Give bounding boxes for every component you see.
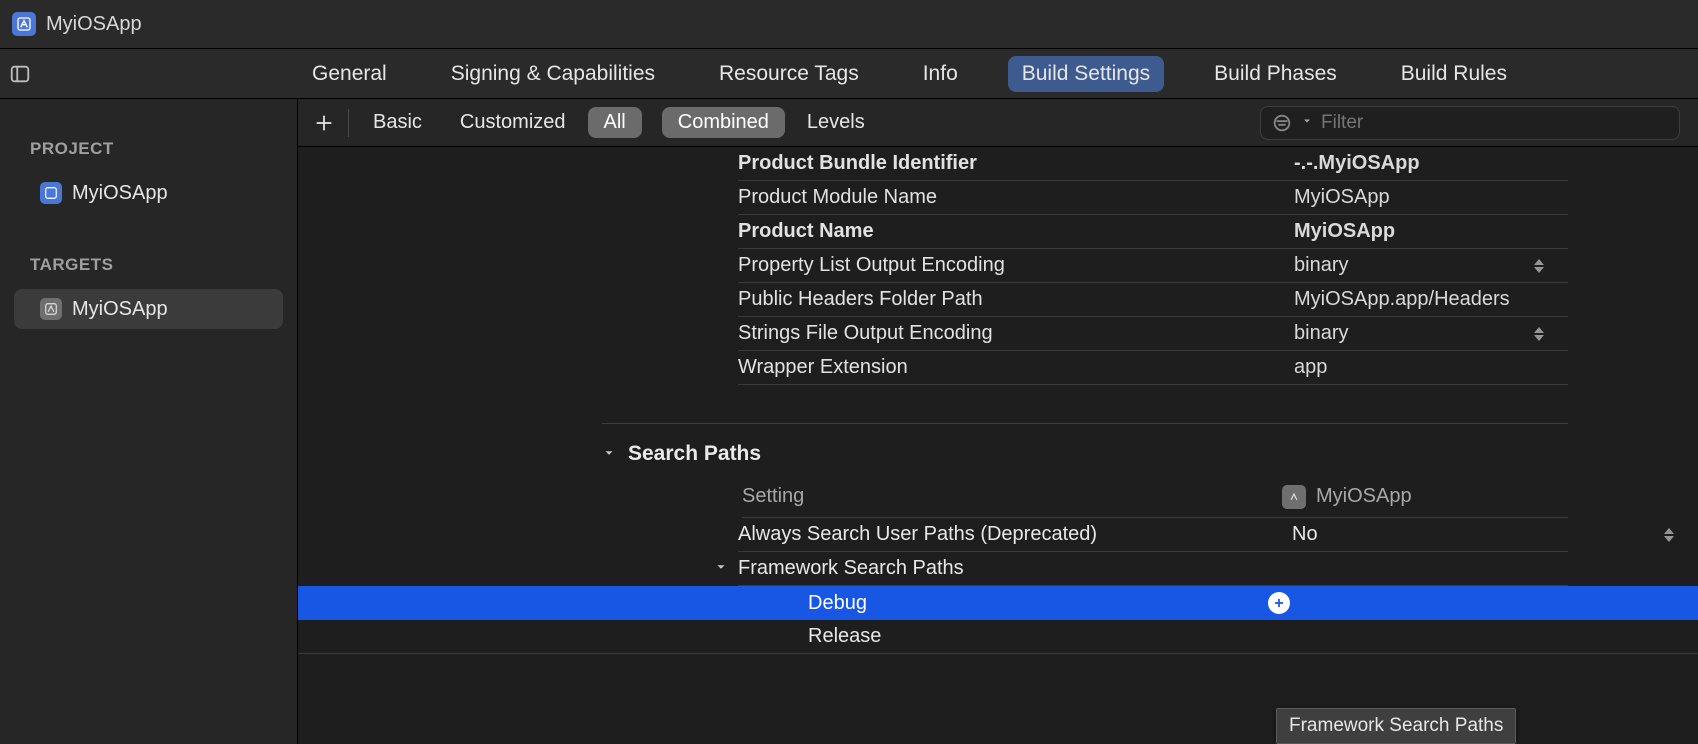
tab-signing-capabilities[interactable]: Signing & Capabilities xyxy=(437,56,669,92)
setting-label: Product Module Name xyxy=(738,186,1294,209)
column-setting: Setting xyxy=(742,485,1282,508)
setting-value[interactable]: MyiOSApp xyxy=(1294,220,1568,243)
scope-all[interactable]: All xyxy=(588,107,642,138)
divider xyxy=(348,109,349,137)
target-icon xyxy=(1282,485,1306,509)
tab-resource-tags[interactable]: Resource Tags xyxy=(705,56,873,92)
sidebar-target-label: MyiOSApp xyxy=(72,298,168,321)
setting-label: Wrapper Extension xyxy=(738,356,1294,379)
setting-always-search-user-paths[interactable]: Always Search User Paths (Deprecated) No xyxy=(738,518,1568,552)
add-value-button[interactable] xyxy=(1268,592,1290,614)
chevron-down-icon[interactable] xyxy=(714,557,728,580)
filter-field[interactable] xyxy=(1260,106,1680,140)
window-title: MyiOSApp xyxy=(46,13,142,36)
section-search-paths[interactable]: Search Paths xyxy=(602,424,1698,476)
setting-label: Product Name xyxy=(738,220,1294,243)
config-row-debug[interactable]: Debug xyxy=(298,586,1698,620)
sidebar-targets-header: TARGETS xyxy=(0,215,297,287)
setting-value[interactable]: binary xyxy=(1294,254,1568,277)
value-stepper-icon[interactable] xyxy=(1532,324,1546,344)
value-stepper-icon[interactable] xyxy=(1532,256,1546,276)
sidebar-target-item[interactable]: MyiOSApp xyxy=(14,289,283,329)
scope-levels[interactable]: Levels xyxy=(791,107,881,138)
tab-build-settings[interactable]: Build Settings xyxy=(1008,56,1164,92)
setting-row[interactable]: Property List Output Encodingbinary xyxy=(738,249,1568,283)
value-stepper-icon[interactable] xyxy=(1662,525,1676,545)
setting-value[interactable]: MyiOSApp xyxy=(1294,186,1568,209)
window-titlebar: MyiOSApp xyxy=(0,0,1698,49)
config-row-release[interactable]: Release xyxy=(298,620,1698,654)
project-icon xyxy=(40,182,62,204)
tab-build-phases[interactable]: Build Phases xyxy=(1200,56,1351,92)
setting-row[interactable]: Public Headers Folder PathMyiOSApp.app/H… xyxy=(738,283,1568,317)
setting-label: Property List Output Encoding xyxy=(738,254,1294,277)
tab-build-rules[interactable]: Build Rules xyxy=(1387,56,1521,92)
section-title: Search Paths xyxy=(628,442,761,466)
setting-value[interactable]: app xyxy=(1294,356,1568,379)
sidebar-project-label: MyiOSApp xyxy=(72,182,168,205)
filter-icon xyxy=(1271,112,1293,134)
toggle-navigator-icon[interactable] xyxy=(8,62,32,86)
editor-tabbar: General Signing & Capabilities Resource … xyxy=(0,49,1698,99)
chevron-down-icon[interactable] xyxy=(1301,114,1313,132)
column-target: MyiOSApp xyxy=(1316,485,1412,508)
setting-label: Always Search User Paths (Deprecated) xyxy=(738,523,1292,546)
sidebar-project-item[interactable]: MyiOSApp xyxy=(14,173,283,213)
config-label: Debug xyxy=(298,592,1268,615)
build-settings-list[interactable]: Product Bundle Identifier-.-.MyiOSAppPro… xyxy=(298,147,1698,744)
app-icon xyxy=(12,12,36,36)
config-label: Release xyxy=(298,625,1268,648)
tab-general[interactable]: General xyxy=(298,56,401,92)
setting-value[interactable]: MyiOSApp.app/Headers xyxy=(1294,288,1568,311)
setting-value[interactable]: No xyxy=(1292,523,1568,546)
setting-label: Product Bundle Identifier xyxy=(738,152,1294,175)
setting-row[interactable]: Wrapper Extensionapp xyxy=(738,351,1568,385)
setting-row[interactable]: Product NameMyiOSApp xyxy=(738,215,1568,249)
add-setting-button[interactable] xyxy=(304,103,344,143)
project-targets-sidebar: PROJECT MyiOSApp TARGETS MyiOSApp xyxy=(0,99,298,744)
setting-label: Strings File Output Encoding xyxy=(738,322,1294,345)
tooltip: Framework Search Paths xyxy=(1276,708,1516,744)
setting-label: Framework Search Paths xyxy=(738,557,1292,580)
setting-framework-search-paths[interactable]: Framework Search Paths xyxy=(738,552,1568,586)
tab-info[interactable]: Info xyxy=(909,56,972,92)
target-icon xyxy=(40,298,62,320)
setting-label: Public Headers Folder Path xyxy=(738,288,1294,311)
sidebar-project-header: PROJECT xyxy=(0,121,297,171)
scope-combined[interactable]: Combined xyxy=(662,107,785,138)
chevron-down-icon xyxy=(602,442,616,466)
scope-basic[interactable]: Basic xyxy=(357,107,438,138)
search-paths-column-headers: Setting MyiOSApp xyxy=(742,476,1568,518)
filter-input[interactable] xyxy=(1321,112,1669,134)
setting-row[interactable]: Product Bundle Identifier-.-.MyiOSApp xyxy=(738,147,1568,181)
setting-value[interactable]: -.-.MyiOSApp xyxy=(1294,152,1568,175)
setting-value[interactable]: binary xyxy=(1294,322,1568,345)
setting-row[interactable]: Product Module NameMyiOSApp xyxy=(738,181,1568,215)
setting-row[interactable]: Strings File Output Encodingbinary xyxy=(738,317,1568,351)
target-editor-tabs: General Signing & Capabilities Resource … xyxy=(298,56,1521,92)
scope-customized[interactable]: Customized xyxy=(444,107,582,138)
build-settings-filterbar: Basic Customized All Combined Levels xyxy=(298,99,1698,147)
